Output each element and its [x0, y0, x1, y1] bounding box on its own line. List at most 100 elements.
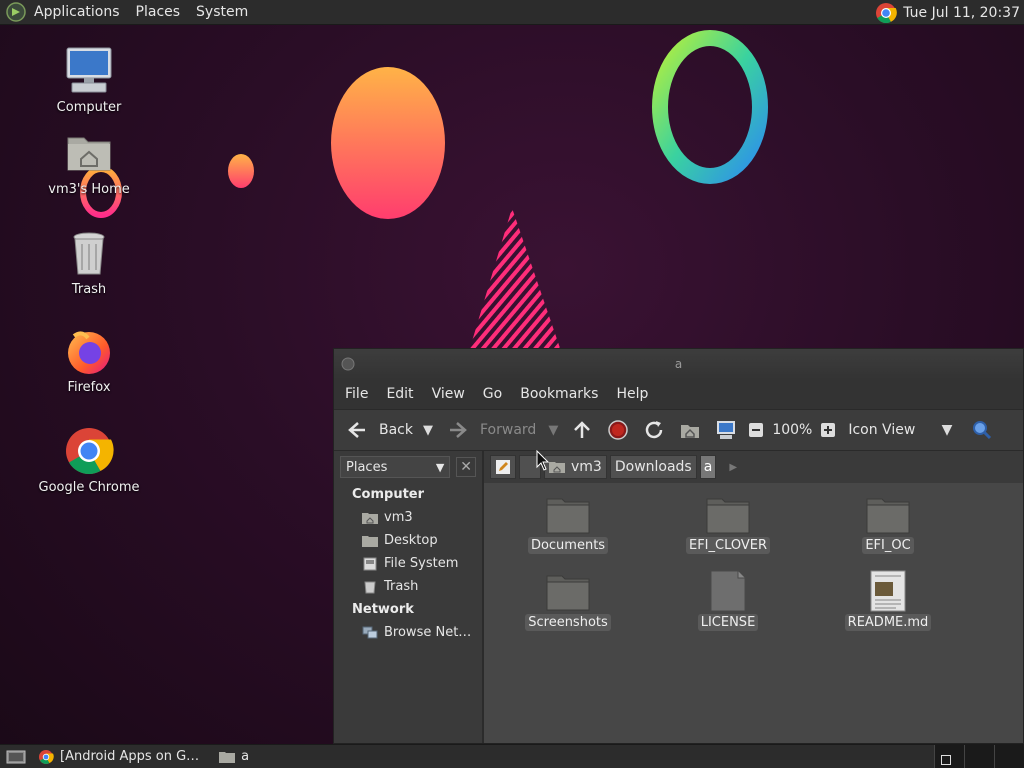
menu-bookmarks[interactable]: Bookmarks — [511, 386, 607, 402]
menu-go[interactable]: Go — [474, 386, 511, 402]
up-icon[interactable] — [570, 418, 594, 442]
edit-location-button[interactable] — [490, 455, 516, 479]
desktop-icon-chrome[interactable]: Google Chrome — [34, 426, 144, 495]
path-segment-vm3[interactable]: vm3 — [544, 455, 607, 479]
workspace-1[interactable] — [934, 745, 964, 768]
system-menu[interactable]: System — [188, 0, 256, 25]
computer-icon — [66, 47, 112, 93]
desktop-icon-home[interactable]: vm3's Home — [34, 128, 144, 197]
sidebar-section-computer: Computer — [352, 487, 425, 502]
sidebar-item-browse-network[interactable]: Browse Net… — [334, 621, 482, 644]
workspace-2[interactable] — [964, 745, 994, 768]
file-item[interactable]: Documents — [508, 493, 628, 554]
folder-icon — [866, 498, 910, 534]
path-scroll-right[interactable]: ▶ — [729, 462, 737, 473]
menubar: File Edit View Go Bookmarks Help — [334, 379, 1023, 409]
back-button[interactable]: Back — [342, 414, 417, 446]
taskbar-item-label: [Android Apps on G… — [60, 749, 200, 764]
sidebar-header: Places ▼ ✕ — [334, 451, 482, 483]
places-menu[interactable]: Places — [128, 0, 189, 25]
file-name: EFI_OC — [862, 537, 914, 554]
zoom-out-icon[interactable] — [748, 422, 764, 438]
menu-file[interactable]: File — [336, 386, 377, 402]
distro-logo-icon[interactable] — [0, 2, 26, 22]
places-selector[interactable]: Places ▼ — [340, 456, 451, 478]
main-pane: vm3 Downloads a ▶ Documents EFI_CLOVER E… — [484, 451, 1023, 743]
path-bar: vm3 Downloads a ▶ — [484, 451, 1023, 483]
drive-icon — [363, 557, 377, 570]
folder-icon — [706, 498, 750, 534]
top-panel: Applications Places System Tue Jul 11, 2… — [0, 0, 1024, 25]
file-manager-body: Places ▼ ✕ Computer vm3 Desktop File Sys… — [334, 451, 1023, 743]
menu-view[interactable]: View — [423, 386, 474, 402]
file-item[interactable]: EFI_OC — [828, 493, 948, 554]
chrome-tray-icon[interactable] — [875, 2, 898, 24]
applications-menu[interactable]: Applications — [26, 0, 128, 25]
file-icon — [710, 570, 746, 612]
sidebar-item-label: Trash — [384, 579, 419, 594]
chrome-icon — [39, 749, 54, 764]
desktop-icon-computer[interactable]: Computer — [34, 46, 144, 115]
close-sidebar-button[interactable]: ✕ — [456, 457, 476, 477]
sidebar-item-label: Desktop — [384, 533, 438, 548]
view-mode-label: Icon View — [848, 422, 916, 438]
workspace-3[interactable] — [994, 745, 1024, 768]
menu-edit[interactable]: Edit — [377, 386, 422, 402]
desktop-icon-trash[interactable]: Trash — [34, 228, 144, 297]
back-arrow-icon — [348, 422, 365, 438]
sidebar-item-trash[interactable]: Trash — [334, 575, 482, 598]
forward-history-dropdown[interactable]: ▼ — [548, 423, 558, 438]
sidebar-item-label: Browse Net… — [384, 625, 472, 640]
desktop-icon-firefox[interactable]: Firefox — [34, 326, 144, 395]
workspace-switcher — [934, 745, 1024, 768]
file-item[interactable]: EFI_CLOVER — [668, 493, 788, 554]
path-segment-label: vm3 — [571, 459, 602, 475]
chevron-down-icon: ▼ — [941, 422, 953, 438]
forward-button[interactable]: Forward — [443, 414, 540, 446]
clock[interactable]: Tue Jul 11, 20:37 — [897, 5, 1024, 21]
back-label: Back — [379, 422, 413, 438]
path-segment-current[interactable]: a — [699, 455, 717, 479]
chevron-down-icon: ▼ — [435, 460, 445, 474]
file-item[interactable]: Screenshots — [508, 570, 628, 631]
sidebar-item-vm3[interactable]: vm3 — [334, 506, 482, 529]
search-icon[interactable] — [970, 418, 994, 442]
reload-icon[interactable] — [642, 418, 666, 442]
trash-icon — [73, 232, 105, 275]
show-desktop-icon[interactable] — [0, 749, 32, 765]
home-folder-icon — [67, 137, 111, 171]
taskbar-item-label: a — [241, 749, 250, 764]
places-selector-label: Places — [346, 459, 388, 475]
path-segment-downloads[interactable]: Downloads — [609, 455, 697, 479]
network-icon — [362, 626, 378, 638]
menu-help[interactable]: Help — [607, 386, 657, 402]
pencil-icon — [496, 460, 510, 474]
zoom-in-icon[interactable] — [820, 422, 836, 438]
zoom-level[interactable]: 100% — [768, 414, 816, 446]
sidebar-item-label: vm3 — [384, 510, 413, 525]
file-item[interactable]: README.md — [828, 570, 948, 631]
computer-icon[interactable] — [714, 418, 738, 442]
window-titlebar[interactable]: a — [334, 349, 1023, 379]
desktop-icon-label: Computer — [56, 100, 122, 115]
places-sidebar: Places ▼ ✕ Computer vm3 Desktop File Sys… — [334, 451, 484, 743]
desktop-icon-label: vm3's Home — [48, 182, 130, 197]
view-mode-select[interactable]: Icon View ▼ — [844, 414, 956, 446]
stop-icon[interactable] — [606, 418, 630, 442]
taskbar-item-file-manager[interactable]: a — [213, 746, 255, 768]
desktop-icon-label: Firefox — [67, 380, 111, 395]
sidebar-item-label: File System — [384, 556, 459, 571]
desktop-folder-icon — [362, 535, 378, 547]
bottom-panel: [Android Apps on G… a — [0, 744, 1024, 768]
desktop-icon-label: Trash — [71, 282, 107, 297]
folder-icon — [219, 751, 236, 763]
home-folder-icon — [549, 462, 565, 473]
taskbar-item-chrome[interactable]: [Android Apps on G… — [32, 746, 205, 768]
document-icon — [870, 570, 906, 612]
back-history-dropdown[interactable]: ▼ — [423, 423, 433, 438]
chrome-icon — [66, 428, 114, 475]
file-item[interactable]: LICENSE — [668, 570, 788, 631]
home-icon[interactable] — [678, 418, 702, 442]
sidebar-item-file-system[interactable]: File System — [334, 552, 482, 575]
sidebar-item-desktop[interactable]: Desktop — [334, 529, 482, 552]
